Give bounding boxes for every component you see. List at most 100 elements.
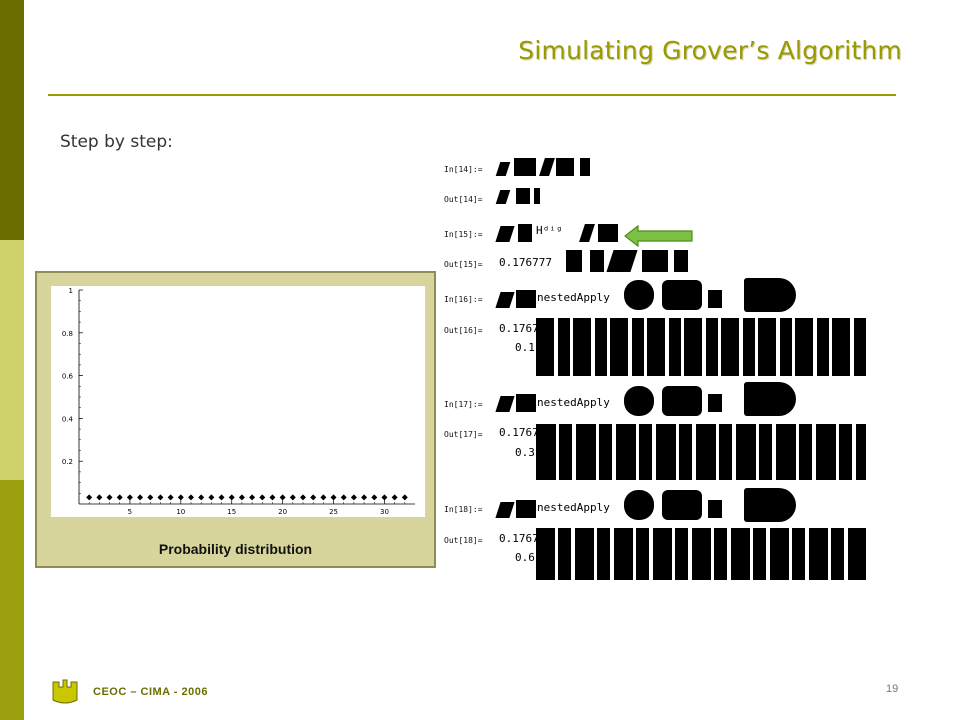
data-point [310, 494, 317, 501]
glyph-block [708, 290, 722, 308]
slide-title: Simulating Grover’s Algorithm [518, 36, 902, 65]
label-out18: Out[18]= [444, 536, 483, 545]
y-tick-label: 0.6 [62, 373, 74, 381]
glyph-block [566, 250, 582, 272]
notebook-code: In[14]:= Out[14]= In[15]:= Out[15]= In[1… [444, 150, 874, 590]
out16-value-b: 0.1 [514, 341, 536, 354]
data-point [198, 494, 205, 501]
y-tick-label: 0.8 [62, 330, 73, 338]
data-point [116, 494, 123, 501]
data-point [126, 494, 133, 501]
y-tick-label: 0.4 [62, 415, 74, 423]
data-point [86, 494, 93, 501]
glyph-block [536, 528, 866, 580]
glyph-block [580, 158, 590, 176]
data-point [208, 494, 215, 501]
in18-text: nestedApply [536, 501, 611, 514]
glyph-block [744, 488, 796, 522]
data-point [249, 494, 256, 501]
out16-value-a: 0.1767 [498, 322, 540, 335]
glyph-block [534, 188, 540, 204]
glyph-block [516, 290, 536, 308]
label-out15: Out[15]= [444, 260, 483, 269]
glyph-block [662, 386, 702, 416]
glyph-block [536, 318, 866, 376]
glyph-block [495, 162, 511, 176]
label-in18: In[18]:= [444, 505, 483, 514]
data-point [279, 494, 286, 501]
glyph-block [579, 224, 595, 242]
glyph-block [495, 226, 515, 242]
glyph-block [708, 394, 722, 412]
data-point [106, 494, 113, 501]
glyph-block [624, 280, 654, 310]
data-point [137, 494, 144, 501]
label-in15: In[15]:= [444, 230, 483, 239]
data-point [218, 494, 225, 501]
data-point [371, 494, 378, 501]
data-point [228, 494, 235, 501]
data-point [238, 494, 245, 501]
y-tick-label: 1 [69, 287, 73, 295]
data-point [320, 494, 327, 501]
glyph-block [606, 250, 638, 272]
glyph-block [708, 500, 722, 518]
data-point [340, 494, 347, 501]
probability-plot: 1 0.8 0.6 0.4 0.2 5 10 15 20 25 30 [62, 287, 415, 516]
glyph-block [744, 278, 796, 312]
data-point [391, 494, 398, 501]
in15-operator: Hᵈⁱᵍ [535, 224, 564, 237]
glyph-block [495, 292, 515, 308]
glyph-block [516, 394, 536, 412]
plot-panel: 1 0.8 0.6 0.4 0.2 5 10 15 20 25 30 Probability dis… [35, 271, 436, 568]
data-point [401, 494, 408, 501]
data-point [96, 494, 103, 501]
left-bar-bottom [0, 480, 24, 720]
data-point [177, 494, 184, 501]
glyph-block [662, 490, 702, 520]
glyph-block [662, 280, 702, 310]
left-bar-middle [0, 240, 24, 480]
out17-value-a: 0.1767 [498, 426, 540, 439]
label-in14: In[14]:= [444, 165, 483, 174]
data-point [289, 494, 296, 501]
glyph-block [624, 490, 654, 520]
x-tick-label: 5 [128, 508, 132, 516]
label-in16: In[16]:= [444, 295, 483, 304]
glyph-block [556, 158, 574, 176]
out18-value-a: 0.1767 [498, 532, 540, 545]
data-point [269, 494, 276, 501]
glyph-block [598, 224, 618, 242]
out15-value: 0.176777 [498, 256, 553, 269]
plot-area: 1 0.8 0.6 0.4 0.2 5 10 15 20 25 30 [51, 286, 425, 517]
glyph-block [514, 158, 536, 176]
in16-text: nestedApply [536, 291, 611, 304]
out18-value-b: 0.6 [514, 551, 536, 564]
label-out14: Out[14]= [444, 195, 483, 204]
data-point [157, 494, 164, 501]
data-point [259, 494, 266, 501]
glyph-block [674, 250, 688, 272]
glyph-block [539, 158, 555, 176]
ceoc-logo-icon [52, 679, 78, 704]
x-tick-label: 15 [227, 508, 236, 516]
data-point [361, 494, 368, 501]
glyph-block [536, 424, 866, 480]
glyph-block [516, 188, 530, 204]
x-tick-label: 10 [176, 508, 185, 516]
slide-subtitle: Step by step: [60, 132, 173, 152]
footer-text: CEOC – CIMA - 2006 [93, 686, 208, 698]
glyph-block [518, 224, 532, 242]
label-in17: In[17]:= [444, 400, 483, 409]
glyph-block [744, 382, 796, 416]
label-out17: Out[17]= [444, 430, 483, 439]
data-point [188, 494, 194, 501]
left-bar-top [0, 0, 24, 240]
out17-value-b: 0.3 [514, 446, 536, 459]
x-tick-label: 20 [278, 508, 287, 516]
glyph-block [642, 250, 668, 272]
data-point [330, 494, 337, 501]
in17-text: nestedApply [536, 396, 611, 409]
y-tick-label: 0.2 [62, 458, 73, 466]
left-arrow-icon [624, 225, 693, 247]
